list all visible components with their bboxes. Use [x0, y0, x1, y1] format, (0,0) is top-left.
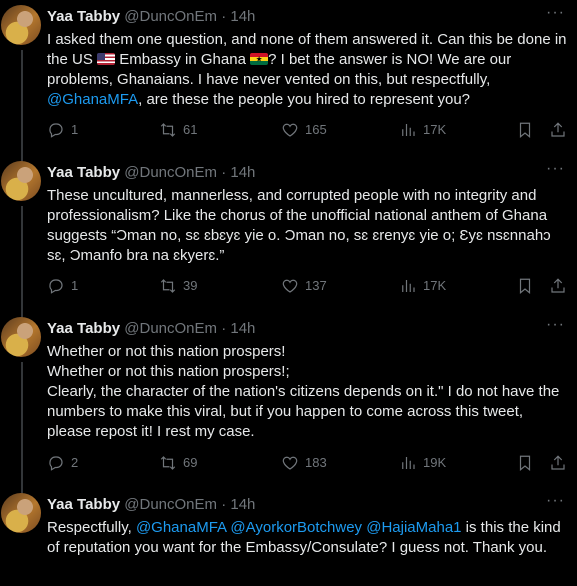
tweet-text: Respectfully, @GhanaMFA @AyorkorBotchwey…: [47, 519, 561, 556]
bookmark-icon: [519, 278, 531, 295]
tweet[interactable]: Yaa Tabby @DuncOnEm · 14h ··· I asked th…: [0, 0, 577, 160]
views-icon: [402, 124, 415, 136]
tweet-actions: 2 69 183 19K: [47, 453, 567, 473]
avatar[interactable]: [1, 5, 41, 45]
retweet-button[interactable]: 61: [159, 120, 197, 140]
like-count: 137: [305, 278, 327, 293]
share-button[interactable]: [549, 276, 567, 296]
bookmark-icon: [519, 122, 531, 139]
author-handle[interactable]: @DuncOnEm: [124, 320, 217, 337]
views-icon: [402, 457, 415, 469]
share-icon: [551, 122, 565, 137]
flag-ghana-icon: [250, 53, 269, 65]
views-count: 19K: [423, 455, 447, 470]
tweet[interactable]: Yaa Tabby @DuncOnEm · 14h ··· Whether or…: [0, 312, 577, 488]
author-handle[interactable]: @DuncOnEm: [124, 496, 217, 513]
bookmark-button[interactable]: [516, 120, 534, 140]
tweet-header: Yaa Tabby @DuncOnEm · 14h: [47, 7, 255, 27]
views-icon: [402, 280, 415, 292]
tweet-header: Yaa Tabby @DuncOnEm · 14h: [47, 163, 255, 183]
retweet-icon: [160, 123, 176, 137]
tweet-actions: 1 61 165 17K: [47, 120, 567, 140]
views-button[interactable]: 17K: [399, 276, 446, 296]
reply-count: 2: [71, 455, 79, 470]
more-icon[interactable]: ···: [546, 493, 566, 512]
reply-icon: [49, 456, 63, 471]
views-button[interactable]: 17K: [399, 120, 446, 140]
reply-button[interactable]: 2: [47, 453, 78, 473]
retweet-count: 39: [183, 278, 198, 293]
tweet[interactable]: Yaa Tabby @DuncOnEm · 14h ··· These uncu…: [0, 156, 577, 312]
views-button[interactable]: 19K: [399, 453, 446, 473]
retweet-button[interactable]: 69: [159, 453, 197, 473]
timestamp[interactable]: · 14h: [221, 496, 255, 513]
bookmark-icon: [519, 455, 531, 472]
avatar[interactable]: [1, 317, 41, 357]
mention-link[interactable]: @GhanaMFA: [47, 91, 138, 108]
mention-link[interactable]: @AyorkorBotchwey: [230, 519, 362, 536]
share-button[interactable]: [549, 453, 567, 473]
share-icon: [551, 278, 565, 293]
like-count: 165: [305, 122, 327, 137]
like-icon: [282, 279, 298, 293]
author-name[interactable]: Yaa Tabby: [47, 320, 120, 337]
tweet-header: Yaa Tabby @DuncOnEm · 14h: [47, 319, 255, 339]
timestamp[interactable]: · 14h: [221, 8, 255, 25]
reply-button[interactable]: 1: [47, 276, 78, 296]
mention-link[interactable]: @GhanaMFA: [136, 519, 226, 536]
reply-icon: [49, 123, 63, 138]
tweet-text: These uncultured, mannerless, and corrup…: [47, 187, 551, 264]
reply-count: 1: [71, 122, 79, 137]
tweet-text: I asked them one question, and none of t…: [47, 31, 567, 108]
timestamp[interactable]: · 14h: [221, 164, 255, 181]
tweet[interactable]: Yaa Tabby @DuncOnEm · 14h ··· Respectful…: [0, 488, 577, 586]
tweet-actions: 1 39 137 17K: [47, 276, 567, 296]
like-button[interactable]: 183: [281, 453, 327, 473]
like-button[interactable]: 137: [281, 276, 327, 296]
views-count: 17K: [423, 122, 447, 137]
bookmark-button[interactable]: [516, 453, 534, 473]
like-button[interactable]: 165: [281, 120, 327, 140]
views-count: 17K: [423, 278, 447, 293]
reply-button[interactable]: 1: [47, 120, 78, 140]
reply-icon: [49, 279, 63, 294]
tweet-header: Yaa Tabby @DuncOnEm · 14h: [47, 495, 255, 515]
retweet-button[interactable]: 39: [159, 276, 197, 296]
avatar[interactable]: [1, 493, 41, 533]
more-icon[interactable]: ···: [546, 317, 566, 336]
retweet-icon: [160, 279, 176, 293]
retweet-count: 61: [183, 122, 198, 137]
avatar[interactable]: [1, 161, 41, 201]
like-icon: [282, 456, 298, 470]
author-name[interactable]: Yaa Tabby: [47, 164, 120, 181]
author-handle[interactable]: @DuncOnEm: [124, 164, 217, 181]
retweet-count: 69: [183, 455, 198, 470]
more-icon[interactable]: ···: [546, 161, 566, 180]
share-button[interactable]: [549, 120, 567, 140]
author-handle[interactable]: @DuncOnEm: [124, 8, 217, 25]
bookmark-button[interactable]: [516, 276, 534, 296]
share-icon: [551, 455, 565, 470]
author-name[interactable]: Yaa Tabby: [47, 496, 120, 513]
retweet-icon: [160, 456, 176, 470]
timestamp[interactable]: · 14h: [221, 320, 255, 337]
like-count: 183: [305, 455, 327, 470]
tweet-text: Whether or not this nation prospers! Whe…: [47, 343, 560, 440]
flag-us-icon: [97, 53, 116, 65]
like-icon: [282, 123, 298, 137]
author-name[interactable]: Yaa Tabby: [47, 8, 120, 25]
more-icon[interactable]: ···: [546, 5, 566, 24]
reply-count: 1: [71, 278, 79, 293]
mention-link[interactable]: @HajiaMaha1: [366, 519, 461, 536]
